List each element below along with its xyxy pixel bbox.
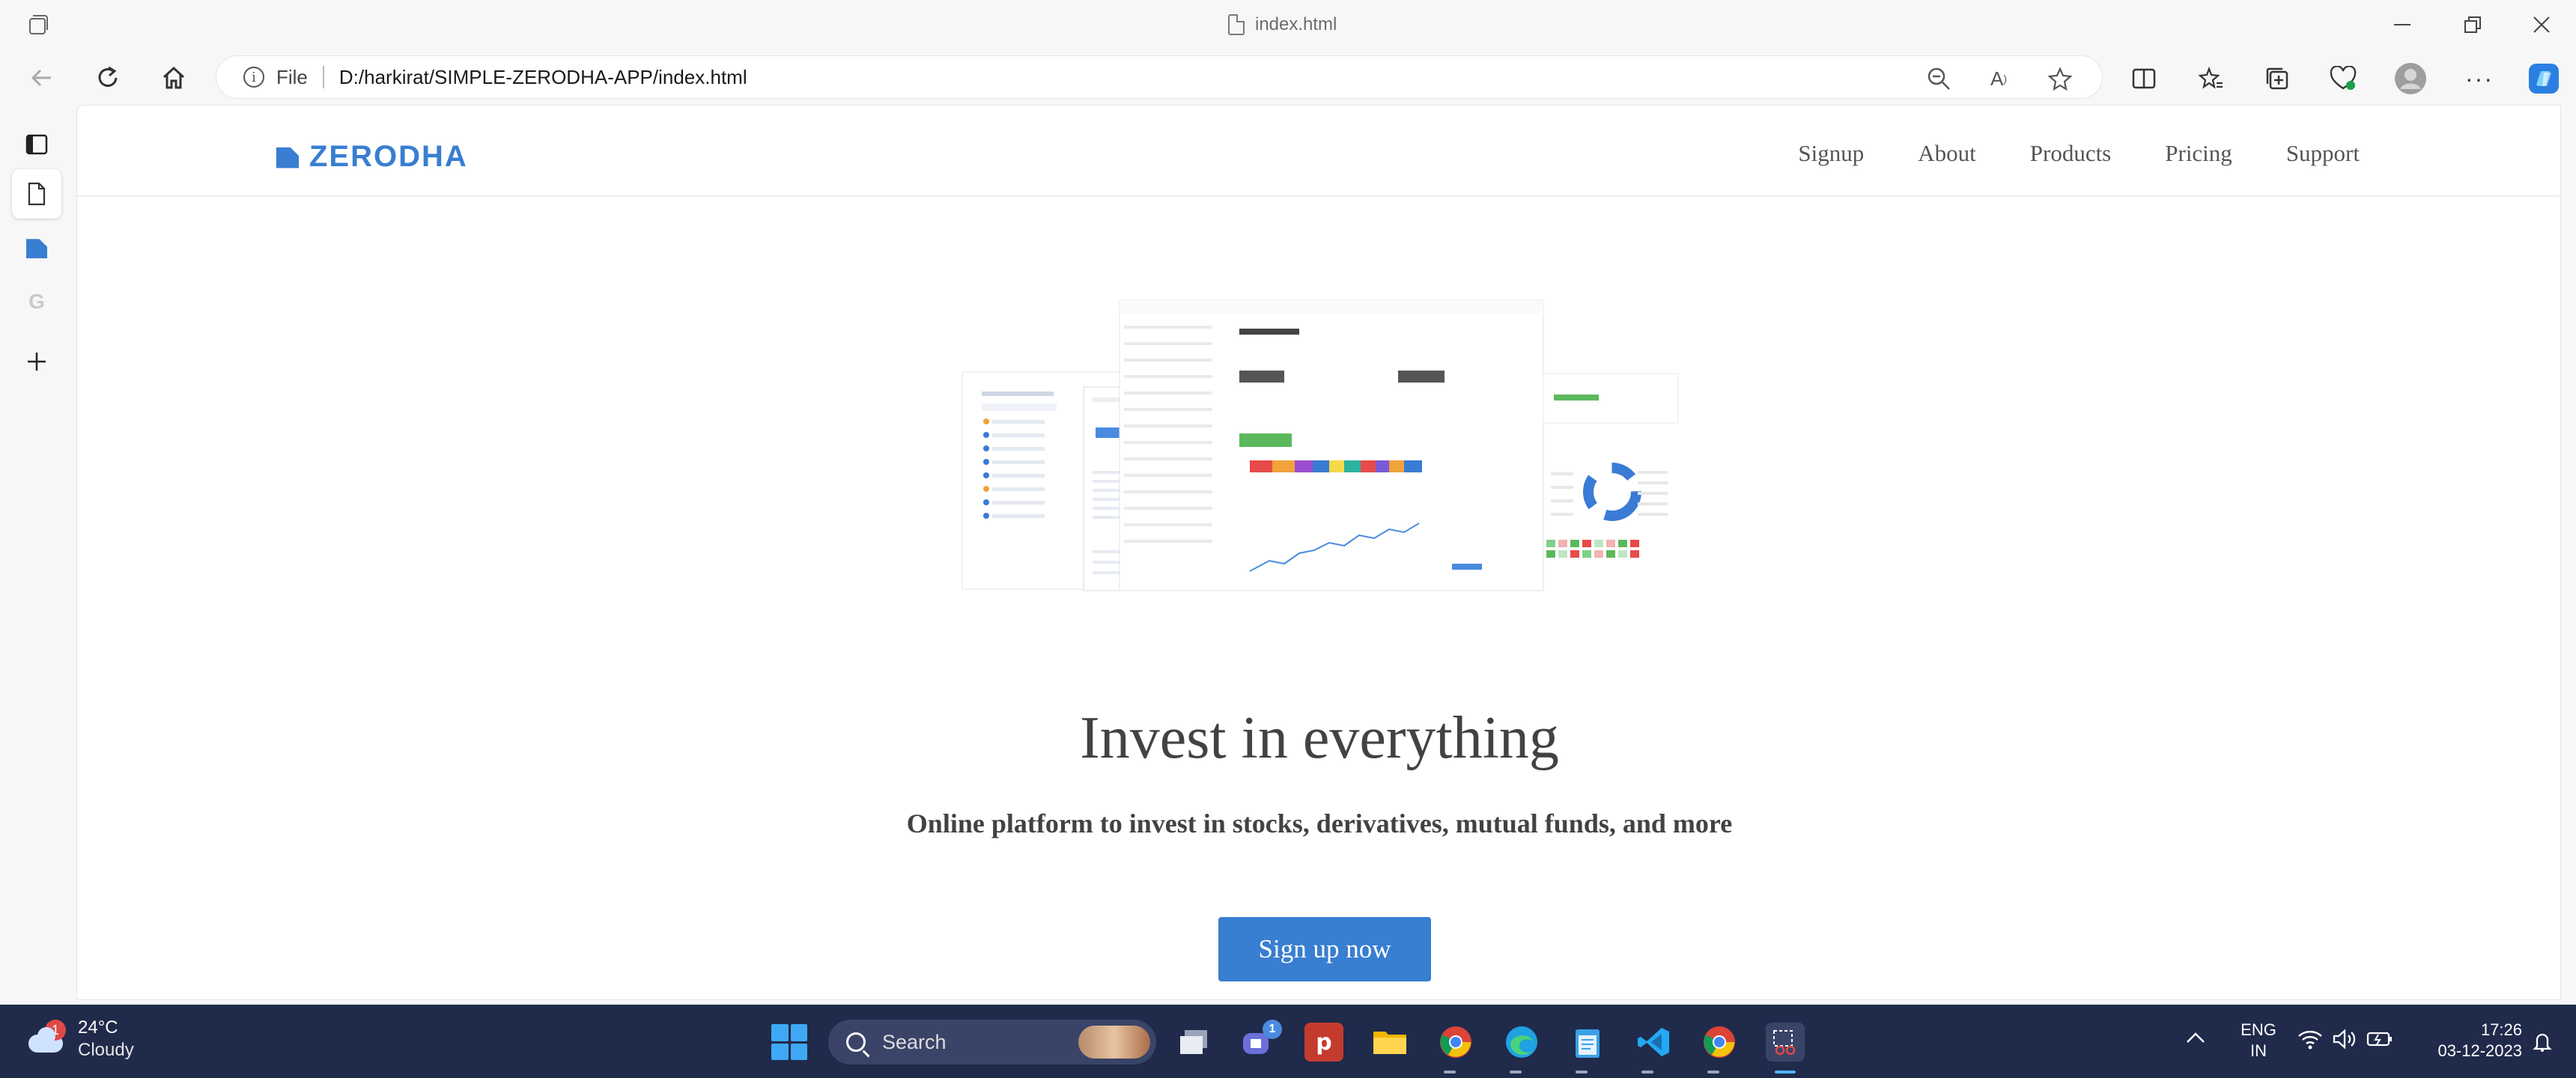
address-url[interactable]: D:/harkirat/SIMPLE-ZERODHA-APP/index.htm… [339,66,747,89]
read-aloud-icon[interactable]: A) [1985,65,2012,92]
minimize-button[interactable] [2372,6,2432,43]
tab-actions-icon[interactable] [25,12,51,37]
show-hidden-icons[interactable] [2185,1030,2206,1049]
cloudy-weather-icon: 1 [25,1020,66,1053]
window-title: index.html [1228,0,1337,49]
wifi-icon[interactable] [2297,1029,2323,1053]
google-icon: G [28,290,45,313]
zerodha-logo-mark [276,147,299,168]
running-indicator [1444,1071,1456,1074]
browser-title-bar: index.html [0,0,2576,49]
nav-link-about[interactable]: About [1918,134,1976,173]
sign-up-now-button[interactable]: Sign up now [1218,917,1431,981]
page-viewport: ZERODHA Signup About Products Pricing Su… [76,105,2561,1000]
more-options-icon[interactable]: ··· [2461,60,2498,97]
zoom-out-icon[interactable] [1925,65,1952,92]
tab-zerodha-favicon[interactable] [12,223,61,272]
address-separator [322,66,324,88]
chrome-icon[interactable] [1436,1023,1475,1062]
file-explorer-icon[interactable] [1370,1023,1409,1062]
nav-link-support[interactable]: Support [2286,134,2360,173]
hero-subtitle: Online platform to invest in stocks, der… [906,808,1733,838]
teams-badge: 1 [1263,1020,1282,1039]
notifications-icon[interactable] [2531,1030,2554,1056]
nav-link-pricing[interactable]: Pricing [2165,134,2232,173]
restore-button[interactable] [2443,6,2503,43]
address-bar[interactable]: i File D:/harkirat/SIMPLE-ZERODHA-APP/in… [216,55,2103,99]
tab-google[interactable]: G [12,277,61,326]
clock-date: 03-12-2023 [2437,1041,2522,1060]
back-button[interactable] [21,57,63,99]
site-header: ZERODHA Signup About Products Pricing Su… [77,106,2560,197]
windows-taskbar: 1 24°C Cloudy Search 1 p ENG IN 17:26 03… [0,1005,2576,1078]
favorite-star-icon[interactable] [2047,65,2074,92]
collections-icon[interactable] [2258,60,2296,97]
site-info-icon[interactable]: i [243,67,264,88]
snipping-tool-icon[interactable] [1766,1023,1805,1062]
zerodha-logo[interactable]: ZERODHA [276,140,468,174]
profile-avatar[interactable] [2392,60,2429,97]
running-indicator [1576,1071,1588,1074]
address-scheme-label: File [276,65,308,88]
sidebar-panel-icon[interactable] [12,120,61,169]
logo-text: ZERODHA [309,140,468,173]
weather-badge: 1 [45,1020,66,1041]
home-button[interactable] [153,57,195,99]
split-screen-icon[interactable] [2125,60,2163,97]
weather-widget[interactable]: 1 24°C Cloudy [25,1017,134,1062]
zerodha-favicon-icon [26,239,47,258]
copilot-icon[interactable] [2525,60,2563,97]
notepad-icon[interactable] [1568,1023,1607,1062]
taskbar-search[interactable]: Search [828,1020,1156,1065]
volume-icon[interactable] [2332,1029,2357,1053]
weather-condition: Cloudy [78,1040,134,1060]
browser-toolbar: i File D:/harkirat/SIMPLE-ZERODHA-APP/in… [0,49,2576,105]
nav-link-signup[interactable]: Signup [1798,134,1864,173]
search-highlight-image [1078,1026,1150,1059]
chrome-profile-icon[interactable] [1700,1023,1739,1062]
hero-title: Invest in everything [1080,705,1559,771]
running-indicator [1641,1071,1653,1074]
document-icon [1228,14,1245,35]
close-window-button[interactable] [2512,6,2572,43]
nav-link-products[interactable]: Products [2030,134,2112,173]
language-indicator[interactable]: ENG IN [2235,1020,2282,1062]
taskbar-search-label: Search [882,1030,947,1053]
active-app-indicator [1775,1071,1796,1074]
tab-index-html[interactable] [12,169,61,219]
clock-time: 17:26 [2480,1020,2522,1039]
edge-icon[interactable] [1502,1023,1541,1062]
postman-icon[interactable]: p [1304,1023,1343,1062]
hero-dashboard-image [962,299,1679,591]
battery-icon[interactable] [2366,1030,2393,1052]
vertical-tabs-sidebar: G [0,105,75,1003]
refresh-button[interactable] [87,57,129,99]
task-view-icon[interactable] [1174,1023,1213,1062]
language-code: ENG [2241,1020,2276,1039]
new-tab-button[interactable] [12,337,61,386]
weather-temp: 24°C [78,1017,118,1038]
system-clock[interactable]: 17:26 03-12-2023 [2411,1020,2522,1062]
running-indicator [1510,1071,1522,1074]
favorites-icon[interactable] [2193,60,2230,97]
site-nav: Signup About Products Pricing Support [1798,134,2360,173]
vscode-icon[interactable] [1634,1023,1673,1062]
region-code: IN [2250,1041,2267,1060]
start-button[interactable] [771,1024,807,1060]
window-title-text: index.html [1255,14,1337,34]
browser-essentials-icon[interactable] [2324,60,2362,97]
teams-chat-icon[interactable]: 1 [1239,1020,1282,1062]
search-icon [846,1032,866,1052]
running-indicator [1707,1071,1719,1074]
